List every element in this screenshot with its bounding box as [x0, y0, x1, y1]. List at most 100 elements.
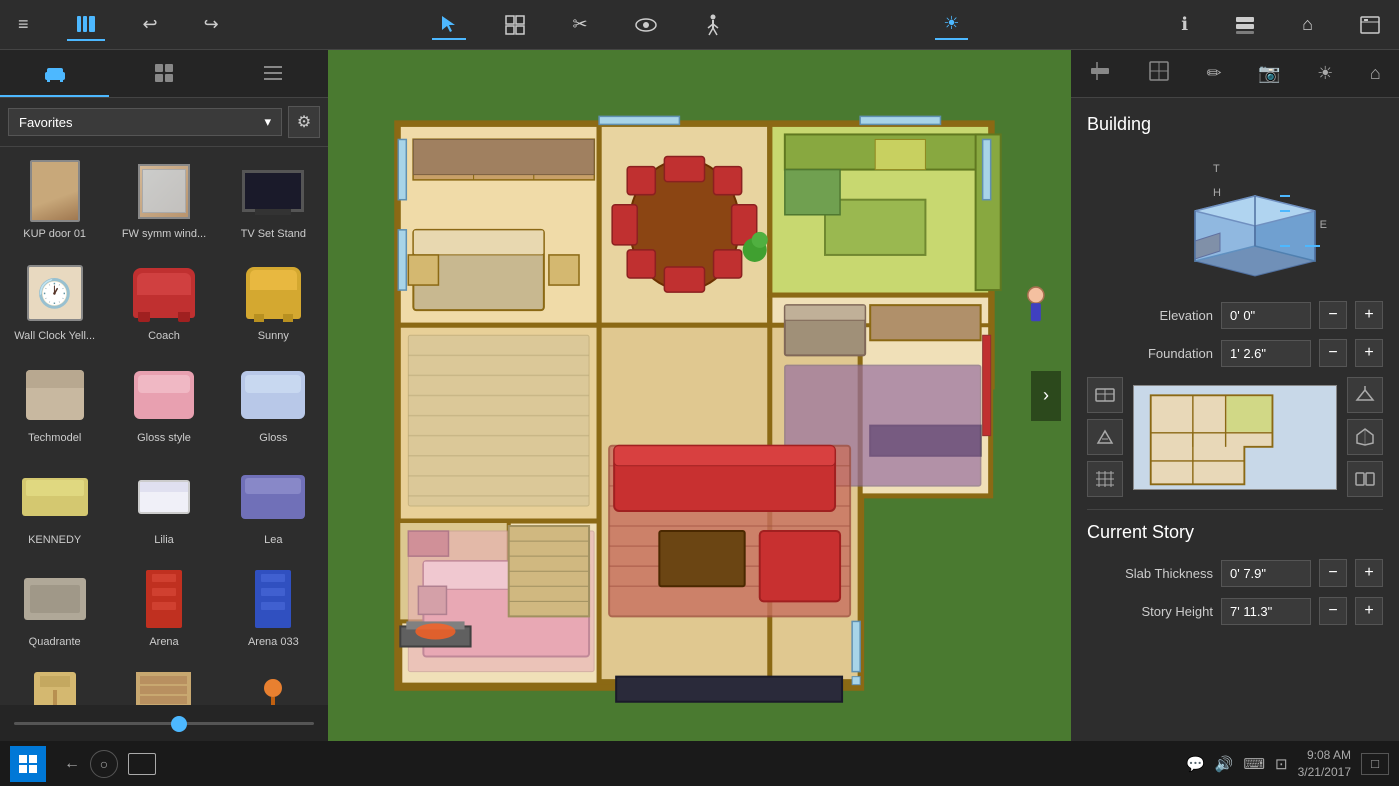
zoom-slider-track[interactable] — [14, 722, 314, 725]
section-view-btn[interactable] — [1347, 461, 1383, 497]
perspective-view-btn[interactable] — [1087, 419, 1123, 455]
item-label: KENNEDY — [28, 534, 81, 546]
taskbar-nav: ← — [64, 755, 80, 773]
list-item[interactable]: Arena 033 — [219, 555, 328, 657]
list-item[interactable]: Gloss style — [109, 351, 218, 453]
list-item[interactable]: 🕐 Wall Clock Yell... — [0, 249, 109, 351]
eye-btn[interactable] — [626, 13, 666, 37]
item-label: Gloss style — [137, 432, 191, 444]
list-item[interactable]: Lea — [219, 453, 328, 555]
item-label: Coach — [148, 330, 180, 342]
list-item[interactable]: TV Set Stand — [219, 147, 328, 249]
floor-plan-view-btn[interactable] — [1087, 377, 1123, 413]
isometric-view-btn[interactable] — [1347, 419, 1383, 455]
list-item[interactable]: Chair 2 — [0, 657, 109, 705]
slab-row: Slab Thickness − + — [1087, 559, 1383, 587]
list-item[interactable]: Lamp — [219, 657, 328, 705]
start-button[interactable] — [10, 746, 46, 782]
slab-minus-btn[interactable]: − — [1319, 559, 1347, 587]
list-item[interactable]: KUP door 01 — [0, 147, 109, 249]
gear-button[interactable]: ⚙ — [288, 106, 320, 138]
zoom-slider-thumb[interactable] — [171, 716, 187, 732]
elevation-minus-btn[interactable]: − — [1319, 301, 1347, 329]
layers-btn[interactable] — [1226, 11, 1264, 39]
elevation-plus-btn[interactable]: + — [1355, 301, 1383, 329]
foundation-plus-btn[interactable]: + — [1355, 339, 1383, 367]
right-tab-home[interactable]: ⌂ — [1360, 59, 1391, 88]
height-plus-btn[interactable]: + — [1355, 597, 1383, 625]
menu-btn[interactable]: ≡ — [10, 10, 37, 39]
elevation-input[interactable] — [1221, 302, 1311, 329]
scissors-btn[interactable]: ✂ — [564, 10, 595, 39]
info-btn[interactable]: ℹ — [1173, 10, 1196, 39]
group-btn[interactable] — [496, 10, 534, 40]
item-label: Lilia — [154, 534, 174, 546]
right-tabs: ✏ 📷 ☀ ⌂ — [1071, 50, 1399, 98]
undo-btn[interactable]: ↩ — [135, 10, 166, 39]
tab-styles[interactable] — [109, 50, 218, 97]
expand-arrow-btn[interactable]: › — [1031, 371, 1061, 421]
home-toolbar-btn[interactable]: ⌂ — [1294, 10, 1321, 39]
list-item[interactable]: Gloss — [219, 351, 328, 453]
taskbar: ← ○ 💬 🔊 ⌨ ⊡ 9:08 AM 3/21/2017 □ — [0, 741, 1399, 786]
item-thumbnail — [15, 360, 95, 430]
task-view-btn[interactable] — [128, 753, 156, 775]
right-tab-walls[interactable] — [1079, 56, 1121, 91]
foundation-input[interactable] — [1221, 340, 1311, 367]
walk-btn[interactable] — [696, 10, 730, 40]
list-item[interactable]: Shelf — [109, 657, 218, 705]
item-label: Lea — [264, 534, 282, 546]
right-tab-camera[interactable]: 📷 — [1248, 59, 1290, 88]
elevation-row: Elevation − + — [1087, 301, 1383, 329]
sun-toolbar-btn[interactable]: ☀ — [935, 9, 967, 40]
list-item[interactable]: FW symm wind... — [109, 147, 218, 249]
right-tab-edit[interactable]: ✏ — [1196, 59, 1231, 88]
favorites-dropdown[interactable]: Favorites ▾ — [8, 108, 282, 136]
back-nav-btn[interactable]: ← — [64, 755, 80, 773]
search-btn[interactable]: ○ — [90, 750, 118, 778]
slab-input[interactable] — [1221, 560, 1311, 587]
clock-block: 9:08 AM 3/21/2017 — [1298, 747, 1351, 781]
item-thumbnail — [124, 462, 204, 532]
list-item[interactable]: KENNEDY — [0, 453, 109, 555]
3d-view-btn[interactable] — [1347, 377, 1383, 413]
item-label: Techmodel — [28, 432, 81, 444]
select-btn[interactable] — [432, 10, 466, 40]
item-thumbnail — [233, 462, 313, 532]
right-tab-sun[interactable]: ☀ — [1307, 59, 1343, 88]
list-item[interactable]: Sunny — [219, 249, 328, 351]
list-item[interactable]: Arena — [109, 555, 218, 657]
main-canvas[interactable]: › — [328, 50, 1071, 741]
height-minus-btn[interactable]: − — [1319, 597, 1347, 625]
network-sys-icon[interactable]: ⊡ — [1275, 755, 1288, 773]
tab-list[interactable] — [219, 50, 328, 97]
list-item[interactable]: Techmodel — [0, 351, 109, 453]
library-btn[interactable] — [67, 9, 105, 41]
left-panel: Favorites ▾ ⚙ KUP door 01 FW symm wind..… — [0, 50, 328, 741]
elevation-label: Elevation — [1087, 308, 1213, 323]
view-buttons — [1087, 377, 1123, 497]
volume-sys-icon[interactable]: 🔊 — [1215, 755, 1234, 773]
story-height-input[interactable] — [1221, 598, 1311, 625]
redo-btn[interactable]: ↪ — [196, 10, 227, 39]
tab-furniture[interactable] — [0, 50, 109, 97]
list-item[interactable]: Coach — [109, 249, 218, 351]
right-view-buttons — [1347, 377, 1383, 497]
list-item[interactable]: Lilia — [109, 453, 218, 555]
item-thumbnail — [124, 564, 204, 634]
notification-btn[interactable]: □ — [1361, 753, 1389, 775]
foundation-minus-btn[interactable]: − — [1319, 339, 1347, 367]
zoom-slider-bar — [0, 705, 328, 741]
share-btn[interactable] — [1351, 11, 1389, 39]
right-tab-rooms[interactable] — [1138, 56, 1180, 91]
favorites-label: Favorites — [19, 115, 72, 130]
item-label: Wall Clock Yell... — [14, 330, 95, 342]
keyboard-sys-icon[interactable]: ⌨ — [1243, 755, 1265, 773]
slab-plus-btn[interactable]: + — [1355, 559, 1383, 587]
item-thumbnail — [15, 156, 95, 226]
item-label: FW symm wind... — [122, 228, 206, 240]
clock-time: 9:08 AM — [1298, 747, 1351, 764]
list-item[interactable]: Quadrante — [0, 555, 109, 657]
grid-view-btn[interactable] — [1087, 461, 1123, 497]
chat-sys-icon[interactable]: 💬 — [1186, 755, 1205, 773]
